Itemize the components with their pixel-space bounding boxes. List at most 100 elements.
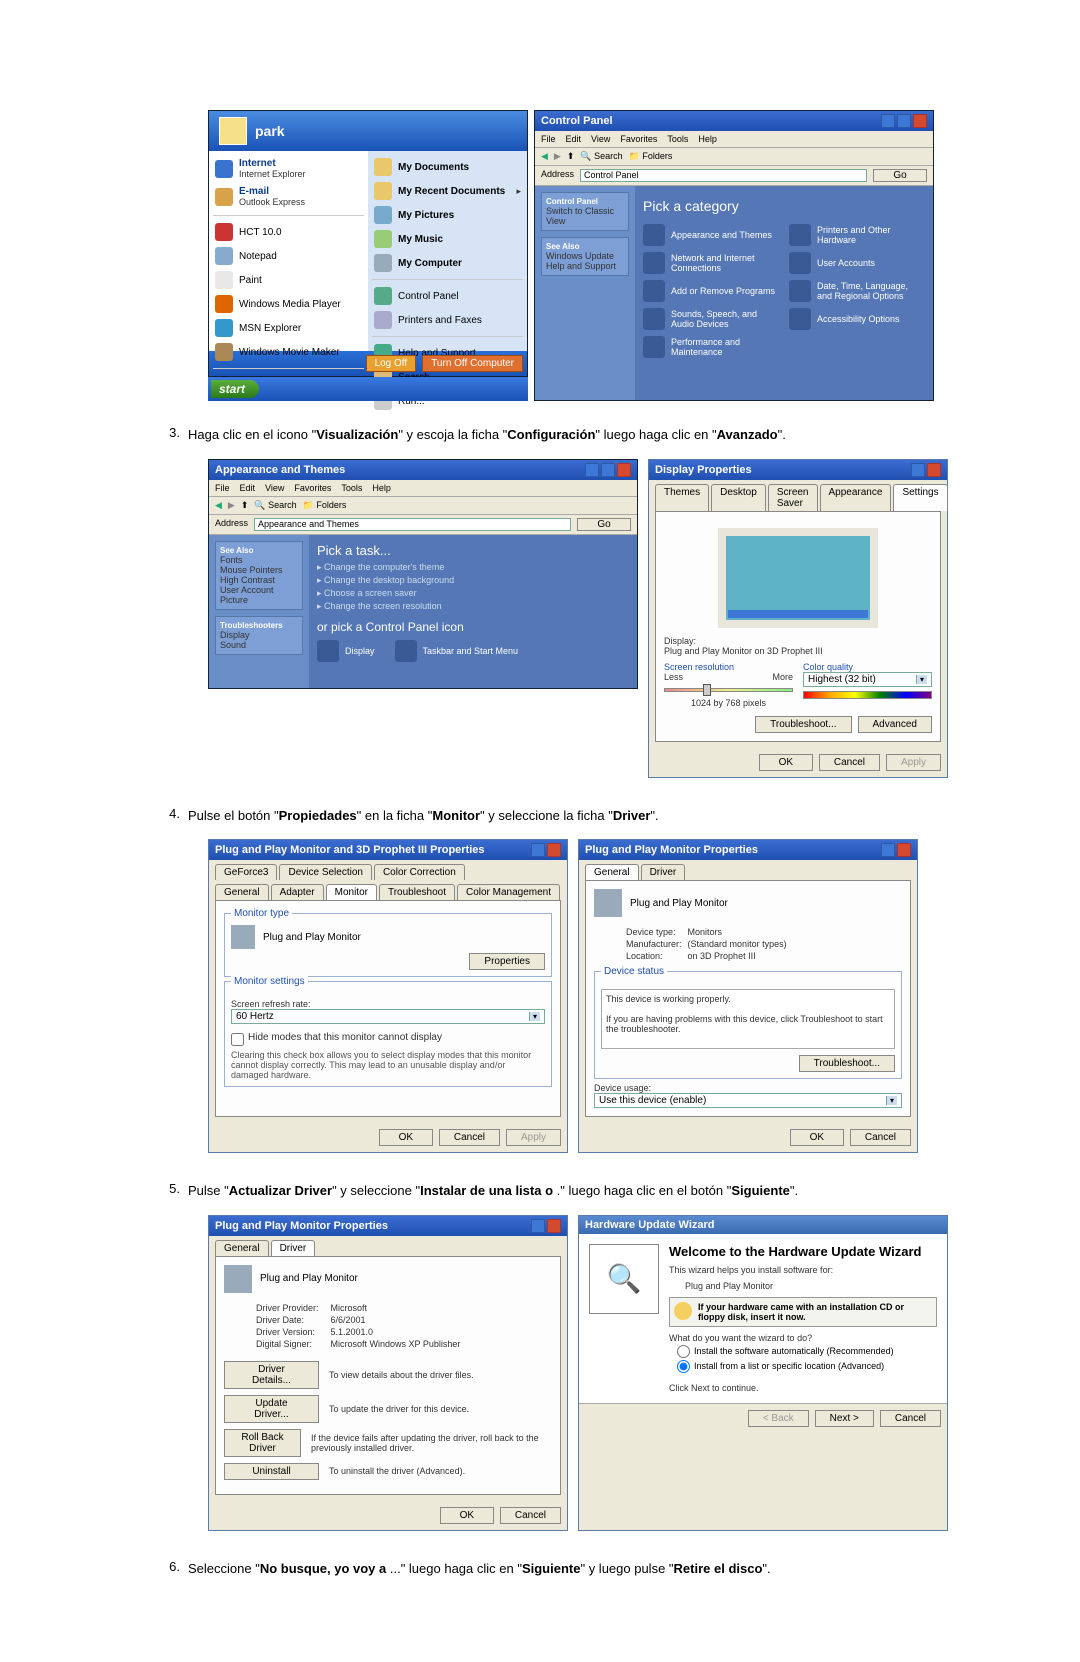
display-label: Display:: [664, 636, 932, 646]
min-icon[interactable]: [881, 114, 895, 128]
tab-settings[interactable]: Settings: [893, 484, 947, 511]
back-button[interactable]: < Back: [748, 1410, 809, 1427]
sm-msn[interactable]: MSN Explorer: [213, 316, 364, 340]
radio-list[interactable]: Install from a list or specific location…: [677, 1360, 937, 1373]
tab-color-correction[interactable]: Color Correction: [374, 864, 465, 880]
cat-accessibility[interactable]: Accessibility Options: [789, 308, 925, 330]
tab-general[interactable]: General: [215, 1240, 269, 1256]
apply-button[interactable]: Apply: [886, 754, 941, 771]
start-button[interactable]: start: [211, 380, 259, 398]
go-button[interactable]: Go: [873, 169, 927, 182]
radio-auto[interactable]: Install the software automatically (Reco…: [677, 1345, 937, 1358]
sm-mypics[interactable]: My Pictures: [372, 203, 523, 227]
pnp-monitor-dialog: Plug and Play Monitor Properties General…: [578, 839, 918, 1153]
cancel-button[interactable]: Cancel: [819, 754, 880, 771]
update-driver-button[interactable]: Update Driver...: [224, 1395, 319, 1423]
tab-general[interactable]: General: [215, 884, 269, 900]
sm-wmm[interactable]: Windows Movie Maker: [213, 340, 364, 364]
sm-mydocs[interactable]: My Documents: [372, 155, 523, 179]
control-panel-window: Control Panel FileEditViewFavoritesTools…: [534, 110, 934, 401]
tab-troubleshoot[interactable]: Troubleshoot: [379, 884, 455, 900]
tab-geforce3[interactable]: GeForce3: [215, 864, 277, 880]
max-icon[interactable]: [897, 114, 911, 128]
cat-addremove[interactable]: Add or Remove Programs: [643, 280, 779, 302]
sm-cpanel[interactable]: Control Panel: [372, 284, 523, 308]
step-text: Seleccione "No busque, yo voy a ..." lue…: [188, 1559, 960, 1579]
sm-wmp[interactable]: Windows Media Player: [213, 292, 364, 316]
sm-email[interactable]: E-mailOutlook Express: [213, 183, 364, 211]
help-icon[interactable]: [911, 463, 925, 477]
ok-button[interactable]: OK: [379, 1129, 433, 1146]
tab-screensaver[interactable]: Screen Saver: [768, 484, 818, 511]
step-5: 5. Pulse "Actualizar Driver" y seleccion…: [160, 1181, 960, 1531]
cp-title: Control Panel: [541, 115, 613, 127]
cp-icon-display[interactable]: Display: [317, 640, 375, 662]
next-button[interactable]: Next >: [815, 1410, 874, 1427]
device-usage-select[interactable]: Use this device (enable)▾: [594, 1093, 902, 1108]
or-pick-heading: or pick a Control Panel icon: [317, 620, 629, 634]
monitor-icon: [224, 1265, 252, 1293]
wizard-continue: Click Next to continue.: [669, 1383, 937, 1393]
rollback-driver-button[interactable]: Roll Back Driver: [224, 1429, 301, 1457]
sm-printers[interactable]: Printers and Faxes: [372, 308, 523, 332]
tab-adapter[interactable]: Adapter: [271, 884, 324, 900]
close-icon[interactable]: [927, 463, 941, 477]
device-status-box: This device is working properly. If you …: [601, 989, 895, 1049]
tab-appearance[interactable]: Appearance: [820, 484, 892, 511]
cat-network[interactable]: Network and Internet Connections: [643, 252, 779, 274]
close-icon[interactable]: [913, 114, 927, 128]
cancel-button[interactable]: Cancel: [850, 1129, 911, 1146]
cat-sounds[interactable]: Sounds, Speech, and Audio Devices: [643, 308, 779, 330]
sm-internet[interactable]: InternetInternet Explorer: [213, 155, 364, 183]
cat-performance[interactable]: Performance and Maintenance: [643, 336, 779, 358]
advanced-button[interactable]: Advanced: [858, 716, 932, 733]
address-field[interactable]: Control Panel: [580, 169, 867, 182]
cat-appearance[interactable]: Appearance and Themes: [643, 224, 779, 246]
sm-mymusic[interactable]: My Music: [372, 227, 523, 251]
tab-colormgmt[interactable]: Color Management: [457, 884, 560, 900]
tab-driver[interactable]: Driver: [271, 1240, 316, 1256]
sm-mycomp[interactable]: My Computer: [372, 251, 523, 275]
switch-classic-link[interactable]: Switch to Classic View: [546, 206, 614, 226]
ok-button[interactable]: OK: [440, 1507, 494, 1524]
driver-details-button[interactable]: Driver Details...: [224, 1361, 319, 1389]
ok-button[interactable]: OK: [790, 1129, 844, 1146]
refresh-rate-select[interactable]: 60 Hertz▾: [231, 1009, 545, 1024]
cat-users[interactable]: User Accounts: [789, 252, 925, 274]
sm-hct[interactable]: HCT 10.0: [213, 220, 364, 244]
resolution-slider[interactable]: [664, 688, 793, 692]
tab-themes[interactable]: Themes: [655, 484, 709, 511]
troubleshoot-button[interactable]: Troubleshoot...: [755, 716, 851, 733]
tab-general[interactable]: General: [585, 864, 639, 880]
cancel-button[interactable]: Cancel: [439, 1129, 500, 1146]
cat-printers[interactable]: Printers and Other Hardware: [789, 224, 925, 246]
monitor-type-value: Plug and Play Monitor: [263, 932, 361, 943]
properties-button[interactable]: Properties: [469, 953, 545, 970]
sm-recent[interactable]: My Recent Documents▸: [372, 179, 523, 203]
cancel-button[interactable]: Cancel: [500, 1507, 561, 1524]
troubleshoot-button[interactable]: Troubleshoot...: [799, 1055, 895, 1072]
turnoff-button[interactable]: Turn Off Computer: [422, 355, 523, 372]
monitor-icon: [231, 925, 255, 949]
step-number: 4.: [160, 806, 188, 821]
tab-desktop[interactable]: Desktop: [711, 484, 766, 511]
cp-icon-taskbar[interactable]: Taskbar and Start Menu: [395, 640, 519, 662]
avatar: [219, 117, 247, 145]
display-properties-dialog: Display Properties Themes Desktop Screen…: [648, 459, 948, 778]
ok-button[interactable]: OK: [759, 754, 813, 771]
hide-modes-desc: Clearing this check box allows you to se…: [231, 1050, 545, 1080]
hide-modes-checkbox[interactable]: [231, 1033, 244, 1046]
logoff-button[interactable]: Log Off: [366, 355, 417, 372]
tab-driver[interactable]: Driver: [641, 864, 686, 880]
uninstall-button[interactable]: Uninstall: [224, 1463, 319, 1480]
tab-device-selection[interactable]: Device Selection: [279, 864, 371, 880]
cat-datetime[interactable]: Date, Time, Language, and Regional Optio…: [789, 280, 925, 302]
apply-button[interactable]: Apply: [506, 1129, 561, 1146]
cancel-button[interactable]: Cancel: [880, 1410, 941, 1427]
monitor-icon: [594, 889, 622, 917]
wizard-question: What do you want the wizard to do?: [669, 1333, 937, 1343]
sm-notepad[interactable]: Notepad: [213, 244, 364, 268]
sm-paint[interactable]: Paint: [213, 268, 364, 292]
color-quality-select[interactable]: Highest (32 bit)▾: [803, 672, 932, 687]
tab-monitor[interactable]: Monitor: [326, 884, 377, 900]
